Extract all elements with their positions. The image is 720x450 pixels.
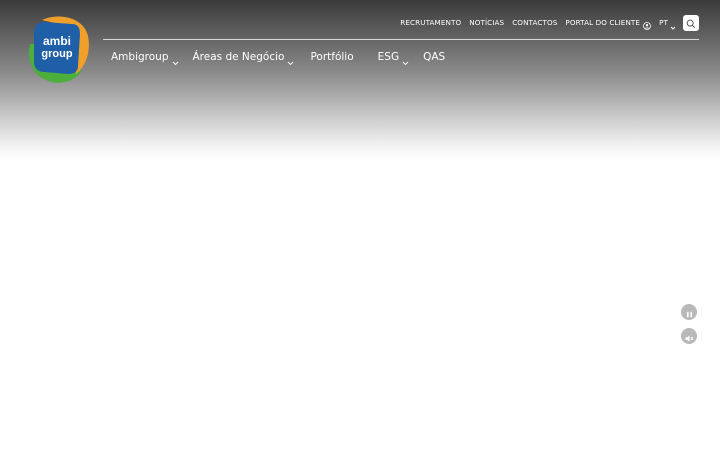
pause-icon xyxy=(686,303,693,322)
language-selector[interactable]: PT xyxy=(659,14,676,32)
logo-text-line1: ambi xyxy=(43,34,71,48)
top-link-label: CONTACTOS xyxy=(512,18,558,27)
main-nav: Ambigroup Áreas de Negócio Portfólio ESG… xyxy=(111,48,445,66)
search-button[interactable] xyxy=(683,15,699,31)
user-icon xyxy=(643,19,651,30)
chevron-down-icon xyxy=(402,55,409,66)
top-link-label: PORTAL DO CLIENTE xyxy=(565,18,641,27)
chevron-down-icon xyxy=(670,20,676,30)
nav-item-label: Áreas de Negócio xyxy=(192,51,285,63)
top-utility-bar: RECRUTAMENTO NOTÍCIAS CONTACTOS PORTAL D… xyxy=(392,14,699,32)
mute-icon xyxy=(685,327,694,346)
top-link-label: RECRUTAMENTO xyxy=(400,18,462,27)
top-link-recrutamento[interactable]: RECRUTAMENTO xyxy=(400,14,461,32)
mute-button[interactable] xyxy=(681,328,697,344)
nav-item-areas-de-negocio[interactable]: Áreas de Negócio xyxy=(193,48,295,66)
nav-item-qas[interactable]: QAS xyxy=(423,48,445,66)
nav-item-label: Portfólio xyxy=(310,51,354,63)
nav-item-portfolio[interactable]: Portfólio xyxy=(310,48,353,66)
top-link-portal-do-cliente[interactable]: PORTAL DO CLIENTE xyxy=(565,14,651,32)
pause-button[interactable] xyxy=(681,304,697,320)
page: ambi group RECRUTAMENTO NOTÍCIAS CONTACT… xyxy=(0,0,720,450)
header-divider xyxy=(103,39,699,40)
nav-item-label: QAS xyxy=(423,51,446,63)
top-link-contactos[interactable]: CONTACTOS xyxy=(512,14,557,32)
chevron-down-icon xyxy=(172,55,179,66)
search-icon xyxy=(686,14,696,33)
nav-item-label: ESG xyxy=(377,51,400,63)
chevron-down-icon xyxy=(287,55,294,66)
nav-item-label: Ambigroup xyxy=(111,51,169,63)
top-link-label: NOTÍCIAS xyxy=(469,18,505,27)
nav-item-esg[interactable]: ESG xyxy=(378,48,409,66)
top-link-noticias[interactable]: NOTÍCIAS xyxy=(469,14,504,32)
logo-text-line2: group xyxy=(41,48,72,60)
language-label: PT xyxy=(659,18,668,27)
ambigroup-logo[interactable]: ambi group xyxy=(20,14,90,84)
nav-item-ambigroup[interactable]: Ambigroup xyxy=(111,48,179,66)
